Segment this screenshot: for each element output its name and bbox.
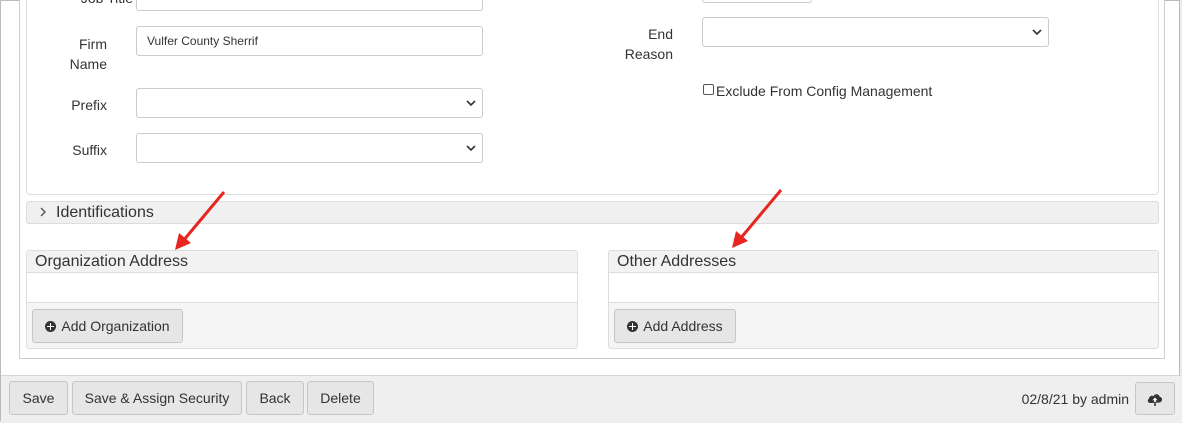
prefix-label: Prefix [71,97,107,113]
firm-name-label-line2: Name [69,56,107,72]
other-addresses-header: Other Addresses [609,251,1158,273]
last-modified-text: 02/8/21 by admin [1021,391,1129,407]
firm-name-input[interactable] [136,26,483,56]
save-assign-security-button[interactable]: Save & Assign Security [72,381,242,415]
organization-address-header: Organization Address [27,251,577,273]
plus-circle-icon [627,321,639,332]
add-address-button[interactable]: Add Address [614,309,736,343]
job-title-input[interactable] [136,0,483,11]
add-organization-button[interactable]: Add Organization [32,309,183,343]
cloud-upload-icon [1147,394,1163,406]
plus-circle-icon [45,321,57,332]
chevron-right-icon [40,207,46,217]
details-panel: Job Title Firm Name Prefix Suffix End Re… [26,0,1159,195]
other-addresses-title: Other Addresses [617,253,737,270]
exclude-config-checkbox[interactable] [703,84,714,95]
add-address-label: Add Address [643,318,723,334]
organization-address-list [27,273,577,303]
firm-name-label: Firm Name [53,34,107,74]
other-addresses-panel: Other Addresses Add Address [608,250,1159,349]
job-title-label: Job Title [53,0,133,8]
back-button[interactable]: Back [246,381,304,415]
action-bar: Save Save & Assign Security Back Delete … [1,375,1181,422]
suffix-select[interactable] [136,133,483,163]
exclude-config-label: Exclude From Config Management [716,83,933,99]
chevron-down-icon [1032,29,1042,36]
prefix-select[interactable] [136,88,483,118]
add-organization-label: Add Organization [61,318,170,334]
suffix-label: Suffix [72,142,107,158]
annotation-arrow-right [732,189,783,248]
end-reason-select[interactable] [702,17,1049,47]
organization-address-panel: Organization Address Add Organization [26,250,578,349]
firm-name-label-line1: Firm [79,36,107,52]
other-addresses-list [609,273,1158,303]
end-reason-label-line2: Reason [624,46,673,62]
upload-button[interactable] [1135,382,1175,415]
organization-address-title: Organization Address [35,253,188,270]
chevron-down-icon [466,145,476,152]
delete-button[interactable]: Delete [307,381,374,415]
annotation-arrow-left [175,191,226,250]
end-reason-label: End Reason [607,24,673,64]
save-button[interactable]: Save [9,381,68,415]
start-date-field[interactable] [702,0,812,3]
app-window: Job Title Firm Name Prefix Suffix End Re… [0,0,1181,422]
chevron-down-icon [466,100,476,107]
identifications-title: Identifications [56,204,154,221]
end-reason-label-line1: End [648,26,673,42]
